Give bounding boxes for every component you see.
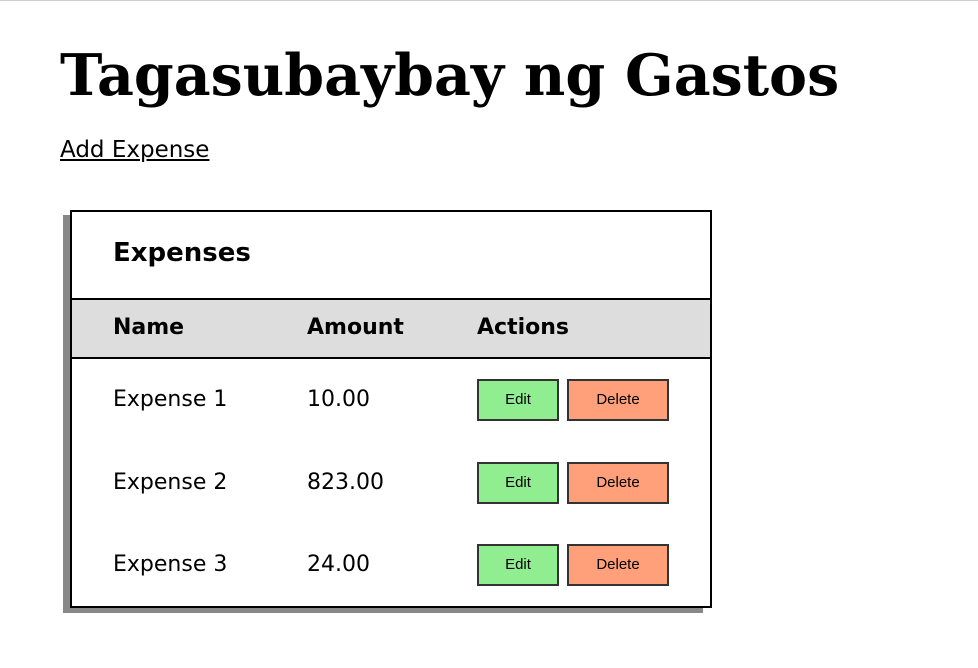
- table-row: Expense 3 24.00 Edit Delete: [72, 524, 710, 606]
- expense-amount: 10.00: [307, 387, 370, 412]
- expense-amount: 823.00: [307, 470, 384, 495]
- column-header-amount: Amount: [307, 315, 404, 340]
- expenses-card: Expenses Name Amount Actions Expense 1 1…: [70, 210, 712, 608]
- edit-button[interactable]: Edit: [477, 544, 559, 586]
- expense-name: Expense 3: [113, 552, 228, 577]
- add-expense-link[interactable]: Add Expense: [60, 136, 209, 164]
- expense-name: Expense 1: [113, 387, 228, 412]
- card-title: Expenses: [113, 238, 251, 268]
- expense-name: Expense 2: [113, 470, 228, 495]
- edit-button[interactable]: Edit: [477, 379, 559, 421]
- page-title: Tagasubaybay ng Gastos: [60, 42, 840, 109]
- table-row: Expense 2 823.00 Edit Delete: [72, 442, 710, 524]
- top-divider: [0, 0, 978, 1]
- delete-button[interactable]: Delete: [567, 462, 669, 504]
- table-row: Expense 1 10.00 Edit Delete: [72, 359, 710, 441]
- table-header: Name Amount Actions: [72, 298, 710, 359]
- delete-button[interactable]: Delete: [567, 544, 669, 586]
- column-header-name: Name: [113, 315, 185, 340]
- edit-button[interactable]: Edit: [477, 462, 559, 504]
- delete-button[interactable]: Delete: [567, 379, 669, 421]
- column-header-actions: Actions: [477, 315, 569, 340]
- expense-amount: 24.00: [307, 552, 370, 577]
